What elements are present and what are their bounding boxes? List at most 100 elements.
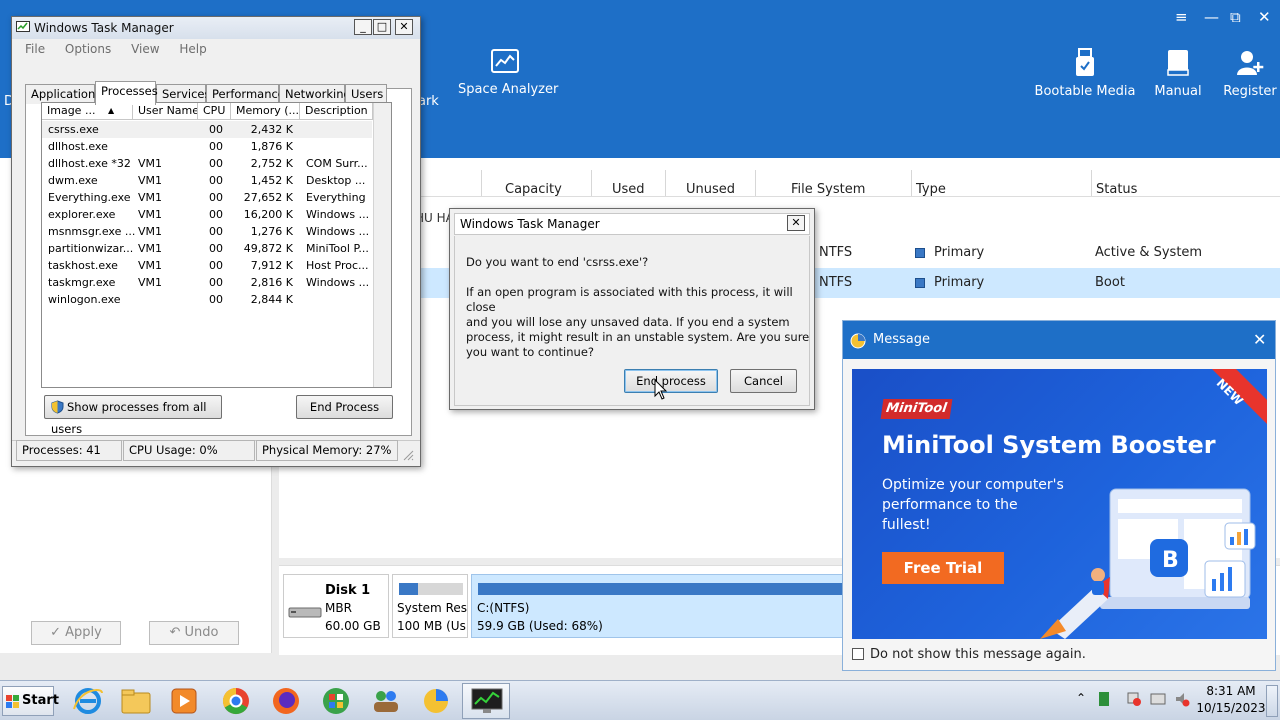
menu-icon[interactable]: ≡ — [1175, 8, 1188, 26]
process-row[interactable]: partitionwizar... VM1 00 49,872 K MiniTool P… — [42, 240, 372, 257]
process-list-scrollbar[interactable] — [373, 103, 391, 387]
tray-expand-icon[interactable]: ⌃ — [1076, 691, 1086, 705]
tab-networking[interactable]: Networking — [279, 84, 351, 104]
process-image: taskhost.exe — [48, 259, 118, 272]
maximize-button[interactable]: □ — [373, 19, 391, 35]
menu-file[interactable]: File — [25, 42, 45, 56]
ad-headline: MiniTool System Booster — [882, 431, 1216, 459]
confirm-end-process-button[interactable]: End process — [624, 369, 718, 393]
process-mem: 1,876 K — [250, 140, 293, 153]
menu-view[interactable]: View — [131, 42, 159, 56]
clock-date[interactable]: 10/15/2023 — [1196, 701, 1266, 715]
chrome-icon[interactable] — [218, 685, 254, 717]
apply-button[interactable]: ✓ Apply — [31, 621, 121, 645]
cancel-button[interactable]: Cancel — [730, 369, 797, 393]
dont-show-checkbox[interactable] — [852, 648, 864, 660]
media-player-icon[interactable] — [166, 685, 202, 717]
message-titlebar[interactable]: Message ✕ — [843, 321, 1275, 359]
laptop-illustration: B — [1040, 488, 1256, 639]
column-file-system[interactable]: File System — [791, 182, 865, 197]
disk-1-info[interactable]: Disk 1 MBR 60.00 GB — [283, 574, 389, 638]
windows-media-icon[interactable] — [318, 685, 354, 717]
ad-banner[interactable]: NEW MiniTool MiniTool System Booster Opt… — [852, 369, 1267, 639]
message-close-icon[interactable]: ✕ — [1253, 321, 1266, 359]
partition-c-ntfs[interactable]: C:(NTFS) 59.9 GB (Used: 68%) — [471, 574, 851, 638]
end-process-button[interactable]: End Process — [296, 395, 393, 419]
firefox-icon[interactable] — [268, 685, 304, 717]
process-desc: COM Surr... — [306, 157, 368, 170]
menu-options[interactable]: Options — [65, 42, 111, 56]
tab-processes[interactable]: Processes — [95, 81, 158, 105]
process-row[interactable]: taskmgr.exe VM1 00 2,816 K Windows ... — [42, 274, 372, 291]
tray-network-icon[interactable] — [1150, 691, 1166, 707]
dialog-title: Windows Task Manager — [460, 217, 600, 231]
clock-time[interactable]: 8:31 AM — [1199, 684, 1263, 698]
manual-label: Manual — [1154, 84, 1202, 99]
process-list[interactable]: Image ... ▲ User Name CPU Memory (... Des… — [41, 102, 392, 388]
process-row[interactable]: dllhost.exe *32 VM1 00 2,752 K COM Surr... — [42, 155, 372, 172]
tab-performance[interactable]: Performance — [206, 84, 285, 104]
tray-device-icon[interactable] — [1097, 691, 1111, 707]
process-cpu: 00 — [209, 276, 223, 289]
internet-explorer-icon[interactable] — [70, 685, 106, 717]
show-all-users-button[interactable]: Show processes from all users — [44, 395, 222, 436]
close-icon[interactable]: ✕ — [1258, 8, 1271, 26]
column-image-name[interactable]: Image ... ▲ — [42, 103, 133, 120]
space-analyzer-button[interactable]: Space Analyzer — [458, 48, 558, 97]
process-row[interactable]: winlogon.exe 00 2,844 K — [42, 291, 372, 308]
minimize-icon[interactable]: — — [1204, 8, 1219, 26]
resize-grip-icon[interactable] — [402, 449, 414, 461]
process-desc: Windows ... — [306, 225, 370, 238]
process-row[interactable]: dllhost.exe 00 1,876 K — [42, 138, 372, 155]
show-desktop-button[interactable] — [1266, 685, 1278, 717]
column-cpu[interactable]: CPU — [198, 103, 231, 120]
minimize-button[interactable]: _ — [354, 19, 372, 35]
process-image: csrss.exe — [48, 123, 99, 136]
process-row[interactable]: taskhost.exe VM1 00 7,912 K Host Proc... — [42, 257, 372, 274]
partition-system-reserved[interactable]: System Rese 100 MB (Us — [392, 574, 468, 638]
process-row[interactable]: Everything.exe VM1 00 27,652 K Everything — [42, 189, 372, 206]
dialog-titlebar[interactable]: Windows Task Manager — [454, 213, 810, 235]
start-button[interactable]: Start — [2, 686, 59, 716]
menu-help[interactable]: Help — [179, 42, 206, 56]
process-image: msnmsgr.exe ... — [48, 225, 136, 238]
manual-button[interactable]: Manual — [1150, 48, 1206, 99]
dialog-close-button[interactable]: ✕ — [787, 215, 805, 231]
process-image: Everything.exe — [48, 191, 131, 204]
column-type[interactable]: Type — [916, 182, 946, 197]
process-image: taskmgr.exe — [48, 276, 116, 289]
register-button[interactable]: Register — [1222, 48, 1278, 99]
tab-applications[interactable]: Applications — [25, 84, 101, 104]
users-icon[interactable] — [368, 685, 404, 717]
task-manager-taskbar-button[interactable] — [462, 683, 510, 719]
column-user-name[interactable]: User Name — [133, 103, 198, 120]
toolbar-partial-label[interactable]: ark — [418, 94, 439, 109]
tray-network-error-icon[interactable] — [1126, 691, 1142, 707]
column-memory[interactable]: Memory (... — [231, 103, 300, 120]
partition-wizard-taskbar-icon[interactable] — [418, 685, 454, 717]
column-description[interactable]: Description — [300, 103, 373, 120]
bootable-media-button[interactable]: Bootable Media — [1034, 48, 1136, 99]
monitor-icon — [471, 688, 503, 713]
column-capacity[interactable]: Capacity — [505, 182, 562, 197]
process-row[interactable]: msnmsgr.exe ... VM1 00 1,276 K Windows ... — [42, 223, 372, 240]
undo-button[interactable]: ↶ Undo — [149, 621, 239, 645]
file-explorer-icon[interactable] — [118, 685, 154, 717]
process-row[interactable]: explorer.exe VM1 00 16,200 K Windows ... — [42, 206, 372, 223]
column-status[interactable]: Status — [1096, 182, 1137, 197]
partition-wizard-icon — [850, 333, 866, 349]
tray-volume-muted-icon[interactable] — [1174, 691, 1190, 707]
tab-users[interactable]: Users — [345, 84, 387, 104]
column-unused[interactable]: Unused — [686, 182, 735, 197]
process-row[interactable]: csrss.exe 00 2,432 K — [42, 121, 372, 138]
primary-partition-icon — [915, 248, 925, 258]
process-user: VM1 — [138, 191, 163, 204]
process-row[interactable]: dwm.exe VM1 00 1,452 K Desktop ... — [42, 172, 372, 189]
process-cpu: 00 — [209, 174, 223, 187]
column-used[interactable]: Used — [612, 182, 645, 197]
free-trial-button[interactable]: Free Trial — [882, 552, 1004, 584]
restore-icon[interactable]: ⧉ — [1230, 8, 1241, 26]
process-cpu: 00 — [209, 140, 223, 153]
tab-services[interactable]: Services — [156, 84, 211, 104]
close-button[interactable]: ✕ — [395, 19, 413, 35]
